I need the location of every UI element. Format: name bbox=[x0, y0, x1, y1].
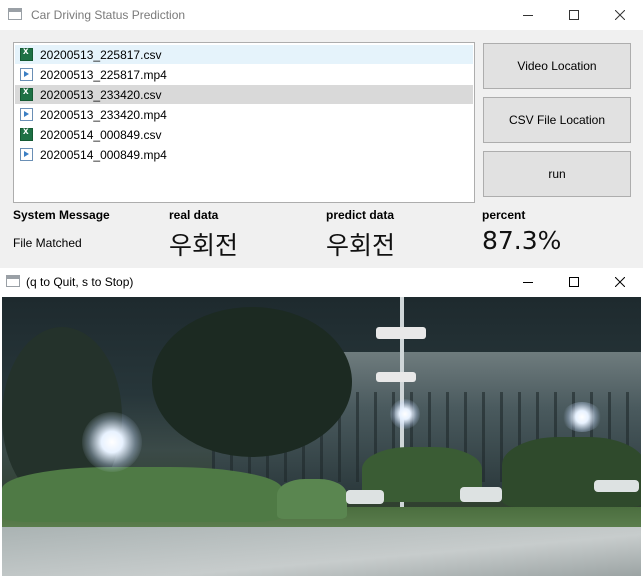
street-light bbox=[82, 412, 142, 472]
run-button[interactable]: run bbox=[483, 151, 631, 197]
bush-scene bbox=[2, 467, 282, 522]
file-list[interactable]: 20200513_225817.csv 20200513_225817.mp4 … bbox=[13, 42, 475, 203]
video-window: (q to Quit, s to Stop) bbox=[0, 268, 643, 578]
system-message-value: File Matched bbox=[13, 236, 82, 250]
road-sign bbox=[376, 372, 416, 382]
file-name: 20200513_233420.csv bbox=[40, 87, 162, 102]
file-name: 20200513_225817.csv bbox=[40, 47, 162, 62]
main-window: Car Driving Status Prediction 20200513_2… bbox=[0, 0, 643, 268]
video-window-title: (q to Quit, s to Stop) bbox=[26, 275, 134, 289]
csv-file-location-button[interactable]: CSV File Location bbox=[483, 97, 631, 143]
file-name: 20200514_000849.mp4 bbox=[40, 147, 167, 162]
excel-file-icon bbox=[20, 126, 33, 141]
file-name: 20200513_233420.mp4 bbox=[40, 107, 167, 122]
video-minimize-button[interactable] bbox=[505, 268, 551, 296]
maximize-button[interactable] bbox=[551, 0, 597, 30]
minimize-icon bbox=[523, 15, 533, 16]
file-list-item[interactable]: 20200514_000849.csv bbox=[15, 125, 473, 144]
close-button[interactable] bbox=[597, 0, 643, 30]
parked-car bbox=[346, 490, 384, 504]
bush-scene bbox=[277, 479, 347, 519]
file-list-item[interactable]: 20200513_225817.csv bbox=[15, 45, 473, 64]
real-data-value: 우회전 bbox=[169, 231, 239, 260]
app-window-icon bbox=[8, 8, 22, 20]
predict-data-label: predict data bbox=[326, 208, 395, 222]
street-light bbox=[390, 399, 420, 429]
video-close-button[interactable] bbox=[597, 268, 643, 296]
close-icon bbox=[615, 10, 625, 20]
minimize-icon bbox=[523, 282, 533, 283]
video-maximize-button[interactable] bbox=[551, 268, 597, 296]
video-file-icon bbox=[20, 148, 33, 161]
video-titlebar[interactable]: (q to Quit, s to Stop) bbox=[0, 268, 643, 296]
file-list-item[interactable]: 20200513_225817.mp4 bbox=[15, 65, 473, 84]
minimize-button[interactable] bbox=[505, 0, 551, 30]
bush-scene bbox=[502, 437, 641, 507]
excel-file-icon bbox=[20, 86, 33, 101]
street-light bbox=[562, 402, 602, 432]
road-sign bbox=[376, 327, 426, 339]
system-message-label: System Message bbox=[13, 208, 110, 222]
video-location-button[interactable]: Video Location bbox=[483, 43, 631, 89]
close-icon bbox=[615, 277, 625, 287]
parked-car bbox=[594, 480, 639, 492]
video-file-icon bbox=[20, 68, 33, 81]
file-name: 20200514_000849.csv bbox=[40, 127, 162, 142]
predict-data-value: 우회전 bbox=[326, 231, 396, 260]
maximize-icon bbox=[569, 10, 579, 20]
video-file-icon bbox=[20, 108, 33, 121]
file-list-item[interactable]: 20200514_000849.mp4 bbox=[15, 145, 473, 164]
tree-scene bbox=[152, 307, 352, 457]
main-titlebar[interactable]: Car Driving Status Prediction bbox=[0, 0, 643, 30]
file-name: 20200513_225817.mp4 bbox=[40, 67, 167, 82]
app-window-icon bbox=[6, 275, 20, 287]
maximize-icon bbox=[569, 277, 579, 287]
percent-value: 87.3% bbox=[482, 226, 562, 255]
file-list-item[interactable]: 20200513_233420.csv bbox=[15, 85, 473, 104]
file-list-item[interactable]: 20200513_233420.mp4 bbox=[15, 105, 473, 124]
parked-car bbox=[460, 487, 502, 502]
road-scene bbox=[2, 527, 641, 576]
main-window-title: Car Driving Status Prediction bbox=[31, 8, 186, 22]
percent-label: percent bbox=[482, 208, 526, 222]
real-data-label: real data bbox=[169, 208, 219, 222]
excel-file-icon bbox=[20, 46, 33, 61]
video-frame bbox=[2, 297, 641, 576]
